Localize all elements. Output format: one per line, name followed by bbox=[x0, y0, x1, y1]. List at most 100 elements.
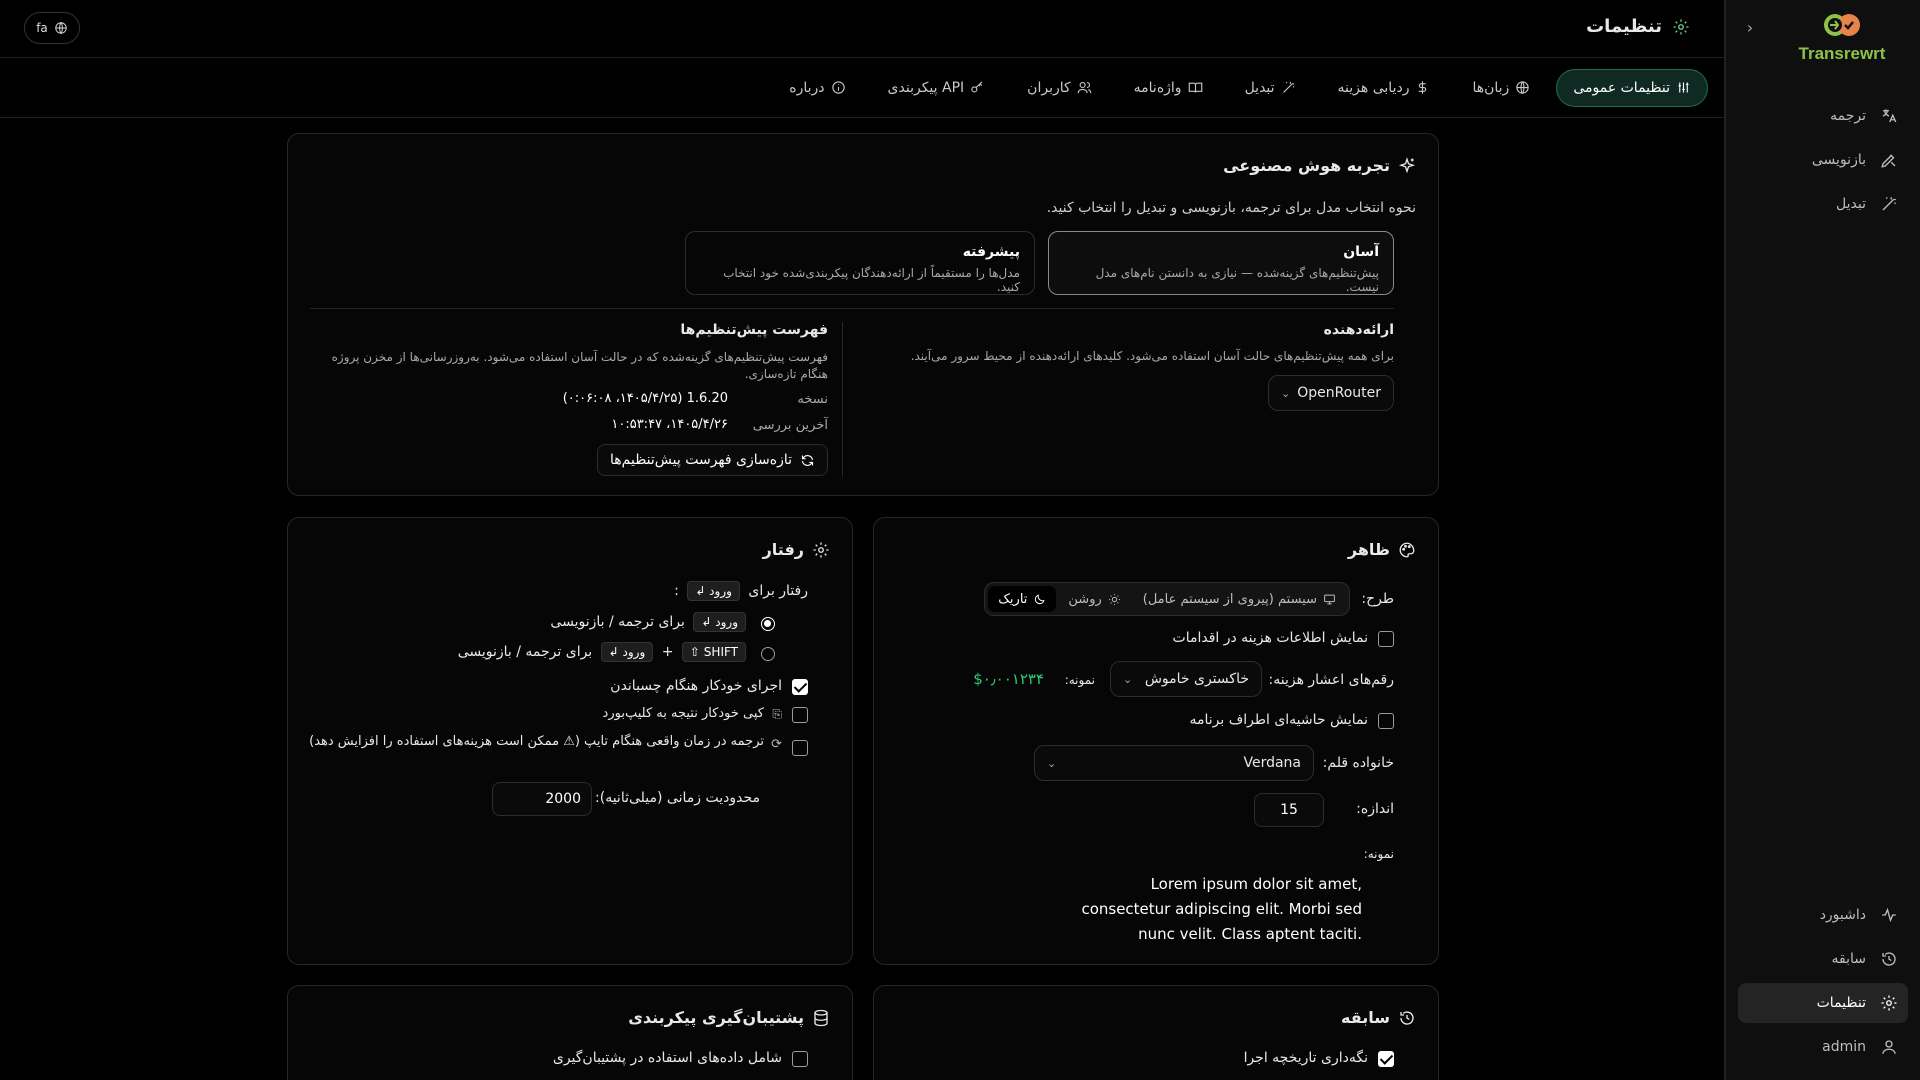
enter-key-badge: ورود ↲ bbox=[687, 581, 740, 601]
font-size-input[interactable]: 15 bbox=[1254, 793, 1324, 827]
autocopy-checkbox[interactable] bbox=[792, 707, 808, 723]
sidebar-item-label: تنظیمات bbox=[1816, 995, 1866, 1011]
refresh-catalog-button[interactable]: تازه‌سازی فهرست پیش‌تنظیم‌ها bbox=[597, 444, 828, 476]
clipboard-icon: ⎘ bbox=[772, 707, 782, 721]
chevron-down-icon: ⌄ bbox=[1281, 386, 1291, 400]
font-family-select[interactable]: ⌄ Verdana bbox=[1034, 745, 1314, 781]
card-title-text: ظاهر bbox=[1347, 540, 1390, 559]
mode-title: آسان bbox=[1343, 244, 1379, 260]
collapse-sidebar-icon[interactable]: › bbox=[1740, 18, 1760, 38]
theme-light-option[interactable]: روشن bbox=[1058, 586, 1130, 612]
include-usage-checkbox[interactable] bbox=[792, 1051, 808, 1067]
catalog-desc: فهرست پیش‌تنظیم‌های گزینه‌شده که در حالت… bbox=[331, 350, 828, 381]
sidebar-item-settings[interactable]: تنظیمات bbox=[1738, 983, 1908, 1023]
tab-general[interactable]: تنظیمات عمومی bbox=[1556, 68, 1708, 107]
tab-label: تبدیل bbox=[1244, 79, 1275, 96]
cost-decimals-select[interactable]: ⌄ خاکستری خاموش bbox=[1110, 661, 1262, 697]
realtime-translate-label: ترجمه در زمان واقعی هنگام تایپ (⚠ ممکن ا… bbox=[309, 734, 764, 749]
globe-icon bbox=[1516, 81, 1530, 94]
tab-users[interactable]: کاربران bbox=[1011, 69, 1107, 107]
tab-languages[interactable]: زبان‌ها bbox=[1456, 69, 1546, 107]
theme-label: طرح: bbox=[1361, 591, 1394, 607]
wand-icon bbox=[1282, 81, 1294, 93]
activity-icon bbox=[1882, 907, 1896, 923]
show-border-checkbox[interactable] bbox=[1378, 713, 1394, 729]
tab-transform[interactable]: تبدیل bbox=[1229, 69, 1312, 107]
monitor-icon bbox=[1324, 594, 1335, 604]
catalog-checked-value: ۱۴۰۵/۴/۲۶، ۱۰:۵۳:۴۷ bbox=[611, 417, 728, 432]
pen-icon bbox=[1881, 154, 1896, 168]
tab-label: ردیابی هزینه bbox=[1337, 79, 1410, 96]
timeout-value: 2000 bbox=[545, 791, 581, 807]
catalog-label: فهرست پیش‌تنظیم‌ها bbox=[680, 322, 828, 338]
shift-enter-option-row: SHIFT ⇧ + ورود ↲ برای ترجمه / بازنویسی bbox=[458, 642, 750, 662]
tab-about[interactable]: درباره bbox=[773, 69, 861, 107]
keep-history-label: نگه‌داری تاریخچه اجرا bbox=[1243, 1050, 1368, 1066]
language-button[interactable]: fa bbox=[24, 12, 80, 44]
keep-history-checkbox[interactable] bbox=[1378, 1051, 1394, 1067]
card-title: تجربه هوش مصنوعی bbox=[1223, 156, 1416, 175]
appearance-card: ظاهر طرح: سیستم (پیروی از سیستم عامل) رو… bbox=[873, 517, 1439, 965]
sidebar-item-user[interactable]: admin bbox=[1738, 1027, 1908, 1067]
cost-sample-label: نمونه: bbox=[1064, 673, 1095, 687]
refresh-label: تازه‌سازی فهرست پیش‌تنظیم‌ها bbox=[610, 452, 792, 468]
tab-api-config[interactable]: پیکربندی API bbox=[872, 69, 1002, 107]
sun-icon bbox=[1108, 593, 1120, 605]
sidebar-item-history[interactable]: سابقه bbox=[1738, 939, 1908, 979]
users-icon bbox=[1077, 81, 1091, 94]
autorun-paste-label: اجرای خودکار هنگام چسباندن bbox=[610, 678, 782, 694]
realtime-translate-checkbox[interactable] bbox=[792, 740, 808, 756]
enter-behavior-radio[interactable] bbox=[761, 617, 775, 631]
theme-option-label: تاریک bbox=[998, 591, 1028, 607]
font-size-label: اندازه: bbox=[1356, 801, 1394, 817]
provider-select[interactable]: ⌄ OpenRouter bbox=[1268, 375, 1394, 411]
cost-decimals-value: خاکستری خاموش bbox=[1144, 671, 1249, 687]
sidebar-item-label: ترجمه bbox=[1830, 108, 1866, 124]
font-preview-text: Lorem ipsum dolor sit amet, consectetur … bbox=[1081, 875, 1362, 943]
tab-cost-tracking[interactable]: ردیابی هزینه bbox=[1322, 69, 1447, 107]
tab-glossary[interactable]: واژه‌نامه bbox=[1118, 69, 1219, 107]
mode-advanced-option[interactable]: پیشرفته مدل‌ها را مستقیماً از ارائه‌دهند… bbox=[685, 231, 1035, 295]
gear-icon bbox=[813, 542, 829, 557]
app-window: › Transrewrt ترجمه بازنویسی تبدیل داشبور… bbox=[0, 0, 1920, 1080]
theme-system-option[interactable]: سیستم (پیروی از سیستم عامل) bbox=[1133, 586, 1346, 612]
tab-label: کاربران bbox=[1027, 79, 1071, 96]
catalog-checked-label: آخرین بررسی bbox=[752, 418, 828, 433]
tab-label: تنظیمات عمومی bbox=[1573, 79, 1670, 96]
sidebar-item-rewrite[interactable]: بازنویسی bbox=[1738, 140, 1908, 180]
sidebar-item-translate[interactable]: ترجمه bbox=[1738, 96, 1908, 136]
logo-icon bbox=[1824, 14, 1860, 36]
mode-easy-option[interactable]: آسان پیش‌تنظیم‌های گزینه‌شده — نیازی به … bbox=[1048, 231, 1394, 295]
theme-dark-option[interactable]: تاریک bbox=[988, 586, 1057, 612]
tab-label: زبان‌ها bbox=[1472, 79, 1510, 96]
backup-card: پشتیبان‌گیری پیکربندی شامل داده‌های استف… bbox=[287, 985, 853, 1080]
card-title: رفتار bbox=[763, 540, 830, 559]
card-title: ظاهر bbox=[1348, 540, 1416, 559]
include-usage-label: شامل داده‌های استفاده در پشتیبان‌گیری bbox=[552, 1050, 782, 1066]
font-family-label: خانواده قلم: bbox=[1322, 755, 1394, 771]
shift-enter-behavior-radio[interactable] bbox=[761, 647, 775, 661]
settings-tabs: تنظیمات عمومی زبان‌ها ردیابی هزینه تبدیل… bbox=[0, 58, 1724, 118]
chevron-down-icon: ⌄ bbox=[1047, 756, 1057, 770]
theme-option-label: روشن bbox=[1068, 591, 1102, 607]
sidebar-item-dashboard[interactable]: داشبورد bbox=[1738, 895, 1908, 935]
autorun-paste-checkbox[interactable] bbox=[792, 679, 808, 695]
sidebar-item-label: سابقه bbox=[1831, 951, 1866, 967]
vertical-divider bbox=[842, 322, 843, 477]
shift-key-badge: SHIFT ⇧ bbox=[681, 642, 746, 662]
translate-icon bbox=[1882, 109, 1897, 123]
sliders-icon bbox=[1678, 82, 1689, 93]
mode-desc: مدل‌ها را مستقیماً از ارائه‌دهندگان پیکر… bbox=[723, 266, 1020, 294]
behavior-for-label: رفتار برای bbox=[748, 583, 808, 599]
provider-value: OpenRouter bbox=[1297, 385, 1381, 401]
book-icon bbox=[1188, 82, 1202, 93]
page-title-text: تنظیمات bbox=[1586, 16, 1662, 37]
show-cost-checkbox[interactable] bbox=[1378, 631, 1394, 647]
refresh-icon: ⟳ bbox=[771, 737, 782, 752]
globe-icon bbox=[55, 22, 67, 34]
timeout-input[interactable]: 2000 bbox=[492, 782, 592, 816]
logo-text: Transrewrt bbox=[1798, 44, 1886, 63]
history-icon bbox=[1882, 952, 1896, 966]
catalog-version-value: 1.6.20 (۱۴۰۵/۴/۲۵، ۰:۰۶:۰۸) bbox=[562, 391, 728, 406]
sidebar-item-transform[interactable]: تبدیل bbox=[1738, 184, 1908, 224]
